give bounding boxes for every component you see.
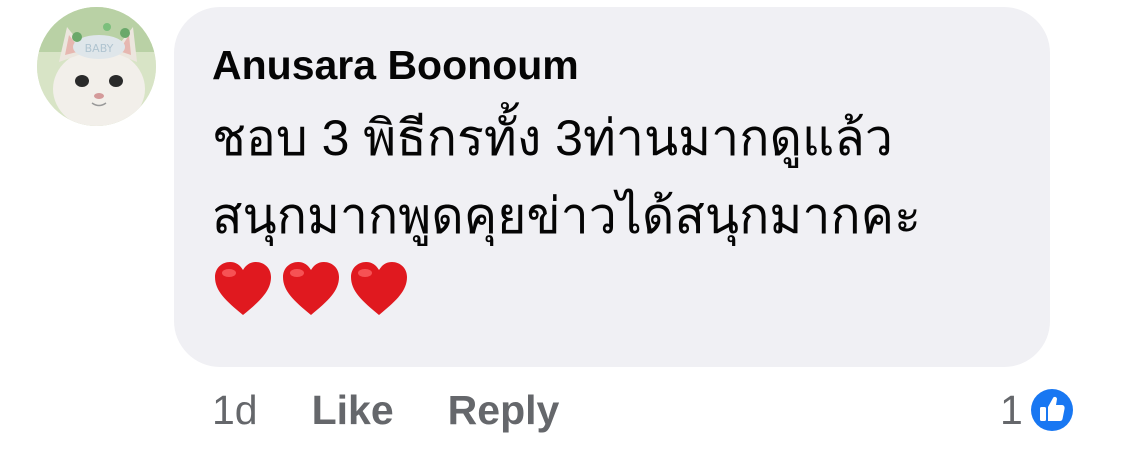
comment-body-line: สนุกมากพูดคุยข่าวได้สนุกมากคะ bbox=[212, 188, 921, 244]
emoji-row bbox=[212, 259, 1012, 319]
like-button[interactable]: Like bbox=[312, 387, 394, 434]
heart-icon bbox=[283, 262, 339, 315]
comment-body-line: ชอบ 3 พิธีกรทั้ง 3ท่านมากดูแล้ว bbox=[212, 110, 893, 166]
heart-icon bbox=[351, 262, 407, 315]
reaction-summary[interactable]: 1 bbox=[1000, 380, 1077, 440]
svg-text:BABY: BABY bbox=[85, 42, 114, 55]
comment-body: ชอบ 3 พิธีกรทั้ง 3ท่านมากดูแล้ว สนุกมากพ… bbox=[212, 99, 1012, 255]
heart-icon bbox=[215, 262, 271, 315]
avatar[interactable]: BABY bbox=[37, 7, 156, 126]
comment-timestamp[interactable]: 1d bbox=[212, 387, 258, 434]
comment-actions: 1d Like Reply bbox=[212, 380, 613, 440]
avatar-cat-image: BABY bbox=[37, 7, 156, 126]
like-icon bbox=[1027, 386, 1076, 434]
reaction-count: 1 bbox=[1000, 386, 1023, 433]
reply-button[interactable]: Reply bbox=[448, 387, 560, 434]
comment: BABY Anusara Boonoum ชอบ 3 พิธีกรทั้ง 3ท… bbox=[0, 0, 1125, 453]
comment-bubble: Anusara Boonoum ชอบ 3 พิธีกรทั้ง 3ท่านมา… bbox=[174, 7, 1050, 367]
comment-author[interactable]: Anusara Boonoum bbox=[212, 41, 1012, 89]
